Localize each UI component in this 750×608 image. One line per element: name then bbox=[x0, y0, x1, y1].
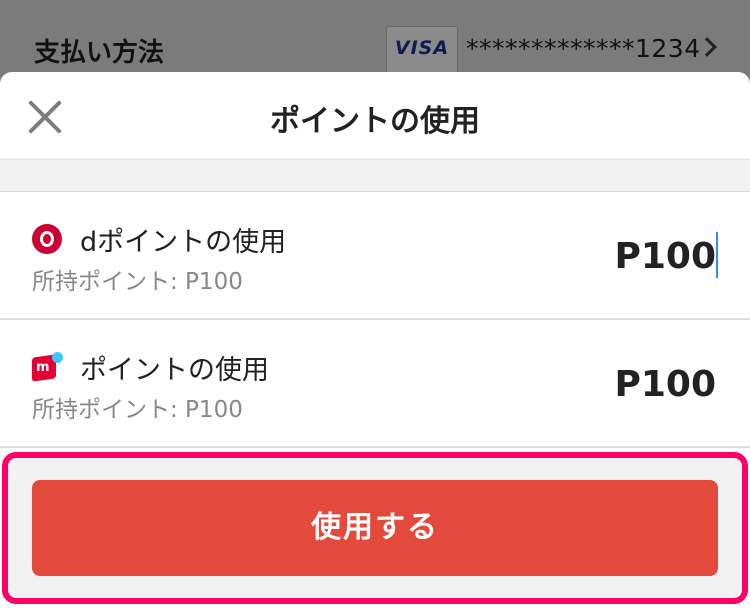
text-cursor bbox=[716, 232, 718, 278]
d-point-logo-icon bbox=[32, 224, 62, 254]
use-points-button[interactable]: 使用する bbox=[32, 480, 718, 576]
d-point-balance: 所持ポイント: P100 bbox=[32, 269, 243, 295]
merpay-logo-icon: m bbox=[32, 352, 63, 382]
d-point-title: dポイントの使用 bbox=[80, 227, 287, 258]
card-number: *************1234 bbox=[466, 34, 701, 63]
d-point-amount-input[interactable]: P100 bbox=[614, 236, 716, 277]
sheet-title: ポイントの使用 bbox=[270, 104, 480, 139]
d-point-row[interactable]: dポイントの使用 所持ポイント: P100 P100 bbox=[0, 192, 750, 320]
sheet-header: ポイントの使用 bbox=[0, 72, 750, 160]
section-gap bbox=[0, 160, 750, 192]
merpay-point-row[interactable]: m ポイントの使用 所持ポイント: P100 P100 bbox=[0, 320, 750, 448]
merpay-point-balance: 所持ポイント: P100 bbox=[32, 397, 243, 423]
merpay-point-amount-input[interactable]: P100 bbox=[614, 364, 716, 405]
payment-method-label: 支払い方法 bbox=[34, 38, 165, 68]
visa-card-icon: VISA bbox=[386, 26, 458, 74]
merpay-point-title: ポイントの使用 bbox=[80, 355, 269, 386]
